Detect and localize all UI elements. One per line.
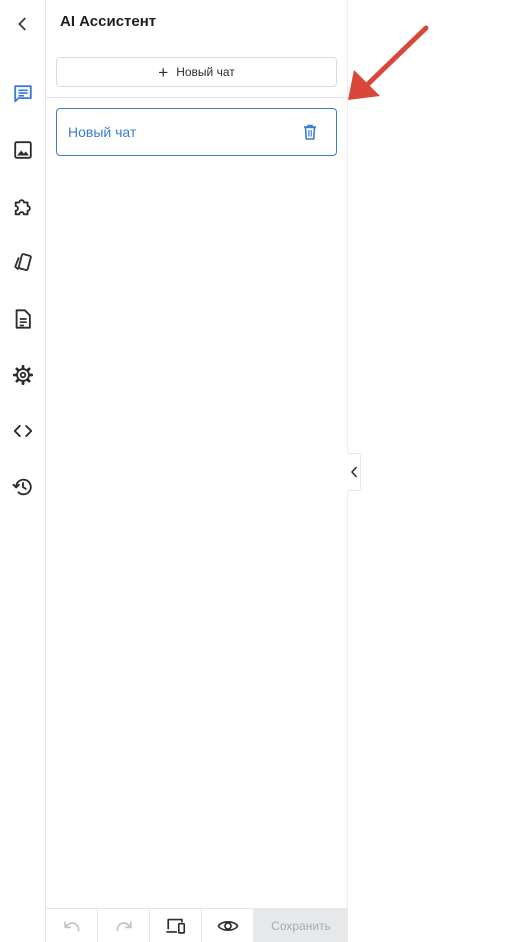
plus-icon: +: [158, 62, 169, 82]
eye-icon: [217, 921, 238, 931]
back-button[interactable]: [0, 6, 46, 42]
devices-icon: [165, 918, 185, 934]
save-button[interactable]: Сохранить: [254, 909, 348, 942]
chat-list-item[interactable]: Новый чат: [56, 108, 337, 156]
rail-plugins[interactable]: [0, 189, 46, 225]
cards-icon: [14, 253, 32, 271]
rail-code[interactable]: [0, 413, 46, 449]
divider: [46, 97, 348, 98]
panel-title: AI Ассистент: [60, 13, 157, 30]
new-chat-button[interactable]: + Новый чат: [56, 57, 337, 87]
chevron-left-icon: [350, 466, 357, 478]
annotation-arrow-icon: [348, 25, 429, 100]
undo-icon: [63, 921, 79, 932]
bottom-toolbar: Сохранить: [46, 908, 348, 942]
collapse-panel-button[interactable]: [347, 453, 361, 491]
new-chat-label: Новый чат: [176, 65, 235, 79]
code-icon: [13, 425, 33, 437]
trash-icon[interactable]: [303, 124, 317, 140]
chat-item-name: Новый чат: [68, 124, 137, 140]
redo-icon: [116, 921, 132, 932]
history-icon: [12, 478, 32, 496]
rail-templates[interactable]: [0, 245, 46, 281]
rail-pages[interactable]: [0, 301, 46, 337]
redo-button[interactable]: [98, 909, 150, 942]
puzzle-icon: [14, 199, 31, 216]
image-icon: [14, 141, 32, 159]
preview-button[interactable]: [202, 909, 254, 942]
rail-history[interactable]: [0, 469, 46, 505]
undo-button[interactable]: [46, 909, 98, 942]
responsive-view-button[interactable]: [150, 909, 202, 942]
rail-settings[interactable]: [0, 357, 46, 393]
ai-assistant-panel: AI Ассистент + Новый чат Новый чат: [46, 0, 348, 942]
icon-rail: [0, 0, 46, 942]
rail-ai-assistant[interactable]: [0, 76, 46, 112]
document-icon: [15, 309, 31, 329]
gear-icon: [12, 364, 34, 386]
rail-images[interactable]: [0, 132, 46, 168]
chevron-left-icon: [18, 17, 26, 31]
chat-icon: [14, 85, 32, 103]
